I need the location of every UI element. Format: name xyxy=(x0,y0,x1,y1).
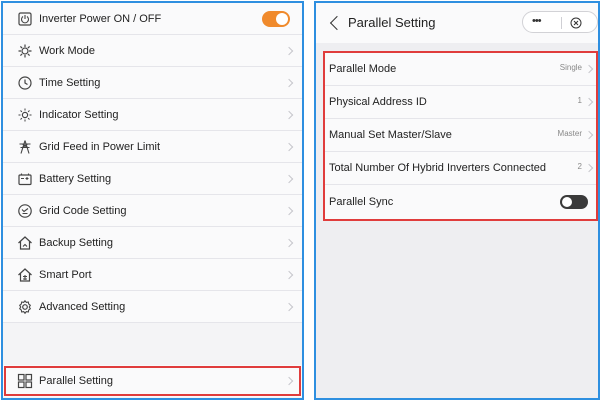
setting-label: Parallel Sync xyxy=(329,195,394,208)
advanced-gear-icon xyxy=(17,299,33,315)
indicator-light-icon xyxy=(17,107,33,123)
close-circle-icon[interactable] xyxy=(570,16,582,29)
chevron-right-icon xyxy=(284,206,294,215)
chevron-right-icon xyxy=(284,270,294,279)
grid-tower-icon xyxy=(17,139,33,155)
menu-item-label: Parallel Setting xyxy=(39,375,113,387)
physical-address-row[interactable]: Physical Address ID 1 xyxy=(325,86,596,119)
capsule-divider xyxy=(561,17,562,29)
chevron-right-icon xyxy=(584,163,594,173)
grid-code-icon xyxy=(17,203,33,219)
work-mode-icon xyxy=(17,43,33,59)
chevron-right-icon xyxy=(284,376,294,386)
parallel-mode-row[interactable]: Parallel Mode Single xyxy=(325,53,596,86)
menu-item-backup-setting[interactable]: Backup Setting xyxy=(3,227,302,259)
menu-item-label: Time Setting xyxy=(39,76,101,89)
chevron-right-icon xyxy=(284,142,294,151)
menu-item-label: Smart Port xyxy=(39,268,92,281)
menu-item-time-setting[interactable]: Time Setting xyxy=(3,67,302,99)
chevron-right-icon xyxy=(284,78,294,87)
menu-item-indicator-setting[interactable]: Indicator Setting xyxy=(3,99,302,131)
setting-value: 1 xyxy=(577,96,582,105)
menu-item-label: Advanced Setting xyxy=(39,300,126,313)
menu-item-label: Inverter Power ON / OFF xyxy=(39,12,162,25)
back-chevron-icon[interactable] xyxy=(329,15,345,31)
menu-item-label: Work Mode xyxy=(39,44,96,57)
chevron-right-icon xyxy=(584,130,594,140)
chevron-right-icon xyxy=(284,174,294,183)
menu-item-label: Grid Feed in Power Limit xyxy=(39,140,161,153)
parallel-settings-list: Parallel Mode Single Physical Address ID… xyxy=(323,51,598,221)
smart-port-icon xyxy=(17,267,33,283)
more-dots-icon[interactable]: ••• xyxy=(532,15,542,27)
mini-program-capsule: ••• xyxy=(522,11,598,33)
chevron-right-icon xyxy=(584,64,594,74)
setting-label: Total Number Of Hybrid Inverters Connect… xyxy=(329,162,547,174)
setting-value: Single xyxy=(559,63,582,72)
menu-item-parallel-setting[interactable]: Parallel Setting xyxy=(3,365,302,397)
menu-item-label: Indicator Setting xyxy=(39,108,119,121)
parallel-setting-page: Parallel Setting ••• Parallel Mode Singl… xyxy=(314,1,600,400)
chevron-right-icon xyxy=(284,238,294,247)
settings-menu-panel: Inverter Power ON / OFF Work Mode Time S… xyxy=(1,1,304,400)
clock-icon xyxy=(17,75,33,91)
menu-item-work-mode[interactable]: Work Mode xyxy=(3,35,302,67)
page-title: Parallel Setting xyxy=(348,15,436,30)
master-slave-row[interactable]: Manual Set Master/Slave Master xyxy=(325,119,596,152)
setting-value: Master xyxy=(557,129,582,138)
menu-item-label: Battery Setting xyxy=(39,172,112,185)
chevron-right-icon xyxy=(284,46,294,55)
menu-item-inverter-power[interactable]: Inverter Power ON / OFF xyxy=(3,3,302,35)
chevron-right-icon xyxy=(584,97,594,107)
power-button-icon xyxy=(17,11,33,27)
chevron-right-icon xyxy=(284,110,294,119)
inverter-power-toggle[interactable] xyxy=(262,10,290,27)
menu-item-grid-code-setting[interactable]: Grid Code Setting xyxy=(3,195,302,227)
menu-item-label: Grid Code Setting xyxy=(39,204,127,217)
parallel-sync-row: Parallel Sync xyxy=(325,185,596,218)
setting-label: Parallel Mode xyxy=(329,63,397,75)
navigation-bar: Parallel Setting ••• xyxy=(316,3,598,43)
menu-item-smart-port[interactable]: Smart Port xyxy=(3,259,302,291)
setting-value: 2 xyxy=(577,162,582,171)
menu-item-grid-feed-limit[interactable]: Grid Feed in Power Limit xyxy=(3,131,302,163)
chevron-right-icon xyxy=(284,302,294,311)
setting-label: Manual Set Master/Slave xyxy=(329,129,452,141)
backup-house-icon xyxy=(17,235,33,251)
menu-item-label: Backup Setting xyxy=(39,236,113,249)
setting-label: Physical Address ID xyxy=(329,96,427,108)
menu-item-battery-setting[interactable]: Battery Setting xyxy=(3,163,302,195)
menu-item-advanced-setting[interactable]: Advanced Setting xyxy=(3,291,302,323)
parallel-sync-toggle[interactable] xyxy=(560,194,588,209)
total-inverters-row[interactable]: Total Number Of Hybrid Inverters Connect… xyxy=(325,152,596,185)
battery-icon xyxy=(17,171,33,187)
parallel-icon xyxy=(17,373,33,389)
